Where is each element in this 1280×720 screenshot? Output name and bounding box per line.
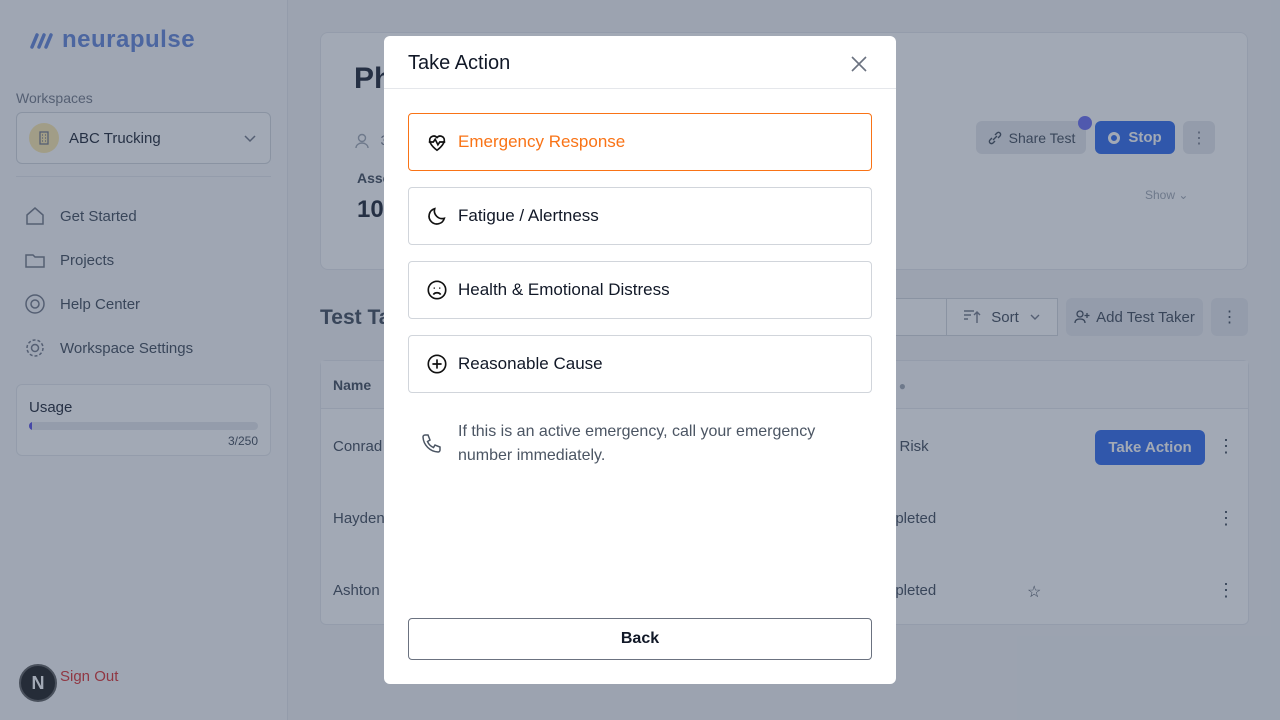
- emergency-notice: If this is an active emergency, call you…: [420, 420, 840, 468]
- option-emergency-response[interactable]: Emergency Response: [408, 113, 872, 171]
- option-health-emotional-distress[interactable]: Health & Emotional Distress: [408, 261, 872, 319]
- take-action-modal: Take Action Emergency Response Fatigue /…: [384, 36, 896, 684]
- option-label: Reasonable Cause: [458, 354, 603, 373]
- close-icon[interactable]: [850, 55, 868, 73]
- modal-title: Take Action: [408, 52, 511, 74]
- notice-text: If this is an active emergency, call you…: [458, 423, 816, 464]
- option-label: Fatigue / Alertness: [458, 206, 599, 225]
- phone-icon: [422, 434, 441, 453]
- heart-pulse-icon: [428, 135, 446, 152]
- frown-icon: [427, 280, 447, 300]
- option-label: Emergency Response: [458, 132, 626, 151]
- option-reasonable-cause[interactable]: Reasonable Cause: [408, 335, 872, 393]
- option-label: Health & Emotional Distress: [458, 280, 670, 299]
- moon-icon: [428, 207, 446, 225]
- back-button[interactable]: Back: [408, 618, 872, 660]
- plus-circle-icon: [427, 354, 447, 374]
- option-fatigue-alertness[interactable]: Fatigue / Alertness: [408, 187, 872, 245]
- modal-header: Take Action: [384, 36, 896, 89]
